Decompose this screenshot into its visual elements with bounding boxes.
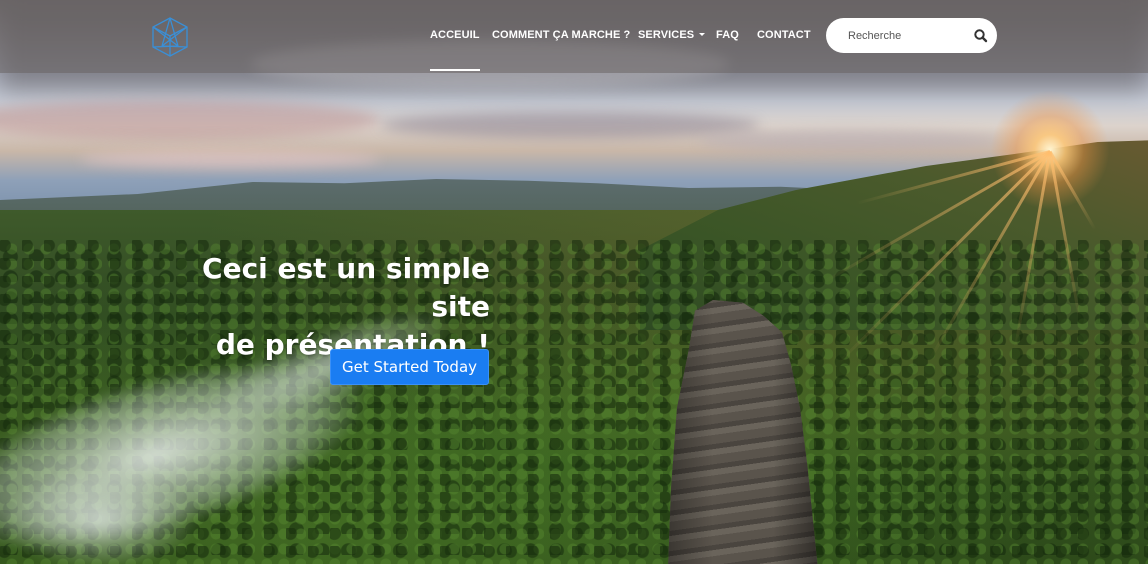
cube-logo-icon[interactable] xyxy=(150,16,190,58)
nav-item-accueil[interactable]: ACCEUIL xyxy=(430,29,480,71)
search-bar xyxy=(826,18,997,53)
nav-item-services[interactable]: SERVICES xyxy=(638,29,706,43)
search-icon[interactable] xyxy=(972,27,990,45)
navbar: ACCEUIL COMMENT ÇA MARCHE ? SERVICES FAQ… xyxy=(0,0,1148,73)
hero-headline: Ceci est un simple site de présentation … xyxy=(150,250,490,364)
hero-headline-line1: Ceci est un simple site xyxy=(202,252,490,323)
nav-item-faq[interactable]: FAQ xyxy=(716,29,739,43)
nav-item-services-label: SERVICES xyxy=(638,29,695,41)
mist xyxy=(0,470,200,564)
get-started-button[interactable]: Get Started Today xyxy=(330,349,489,385)
nav-item-comment-ca-marche[interactable]: COMMENT ÇA MARCHE ? xyxy=(492,29,630,43)
chevron-down-icon xyxy=(699,33,706,36)
search-input[interactable] xyxy=(848,26,968,45)
nav-item-contact[interactable]: CONTACT xyxy=(757,29,811,43)
